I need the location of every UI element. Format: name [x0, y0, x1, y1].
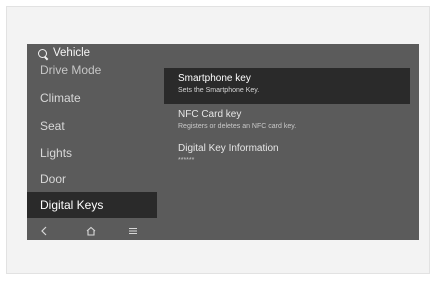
sidebar-item-label: Climate: [40, 91, 81, 105]
search-icon[interactable]: [38, 49, 47, 58]
menu-item-smartphone-key[interactable]: Smartphone key Sets the Smartphone Key.: [164, 68, 410, 104]
sidebar-item-climate[interactable]: Climate: [27, 86, 157, 110]
sidebar-menu: Drive Mode Climate Seat Lights Door Digi…: [27, 62, 157, 222]
menu-item-subtitle: Registers or deletes an NFC card key.: [178, 123, 297, 130]
menu-item-title: Smartphone key: [178, 73, 251, 84]
menu-item-subtitle: Sets the Smartphone Key.: [178, 87, 260, 94]
menu-icon[interactable]: [127, 226, 139, 236]
sidebar-item-lights[interactable]: Lights: [27, 141, 157, 165]
menu-item-title: Digital Key Information: [178, 143, 279, 154]
sidebar-item-label: Seat: [40, 119, 65, 133]
sidebar-item-label: Drive Mode: [40, 63, 102, 77]
home-icon[interactable]: [85, 226, 97, 236]
back-icon[interactable]: [39, 226, 51, 236]
settings-list: Smartphone key Sets the Smartphone Key. …: [164, 68, 410, 188]
page-title: Vehicle: [53, 47, 91, 59]
sidebar-item-label: Lights: [40, 146, 73, 160]
sidebar-item-digital-keys[interactable]: Digital Keys: [27, 192, 157, 218]
sidebar-item-drive-mode[interactable]: Drive Mode: [27, 62, 157, 78]
bottom-nav-bar: [27, 222, 157, 240]
infotainment-screen: Vehicle Drive Mode Climate Seat Lights D…: [27, 44, 419, 240]
menu-item-digital-key-information[interactable]: Digital Key Information ******: [164, 138, 410, 174]
sidebar-item-seat[interactable]: Seat: [27, 114, 157, 138]
menu-item-subtitle: ******: [178, 157, 195, 164]
menu-item-nfc-card-key[interactable]: NFC Card key Registers or deletes an NFC…: [164, 104, 410, 140]
menu-item-title: NFC Card key: [178, 109, 242, 120]
sidebar-item-door[interactable]: Door: [27, 167, 157, 191]
sidebar-item-label: Door: [40, 172, 67, 186]
sidebar-item-label: Digital Keys: [40, 198, 104, 212]
